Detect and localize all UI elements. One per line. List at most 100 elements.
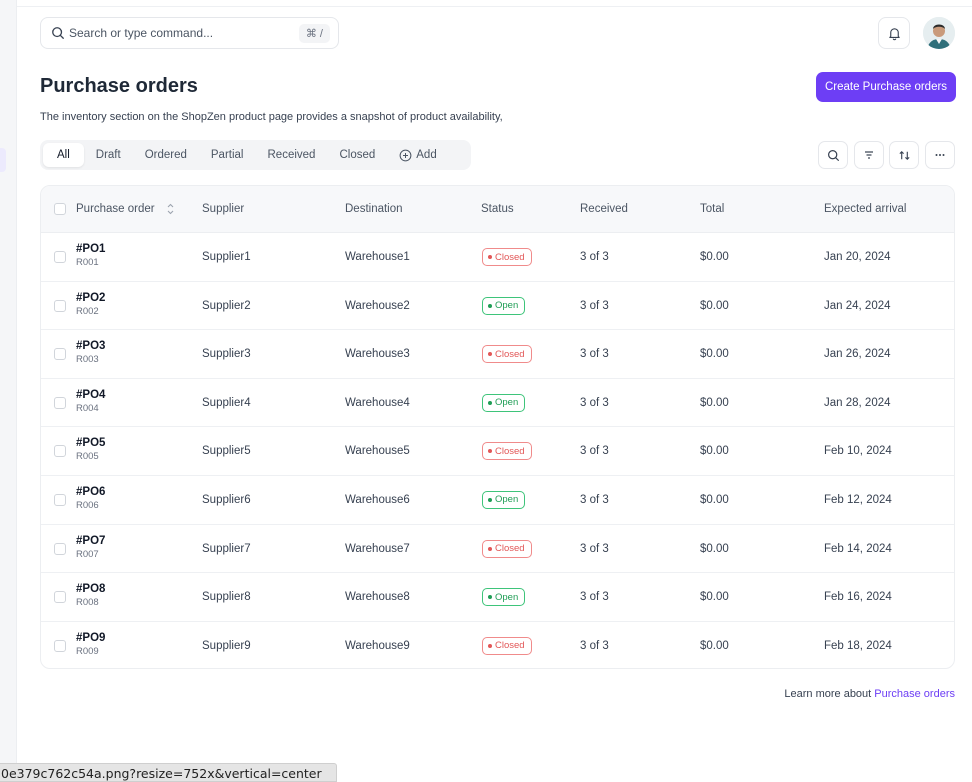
status-dot xyxy=(488,643,492,648)
total-cell: $0.00 xyxy=(700,591,729,604)
supplier-cell: Supplier5 xyxy=(202,445,251,458)
po-number[interactable]: #PO4 xyxy=(76,389,105,401)
row-checkbox[interactable] xyxy=(54,591,66,604)
status-badge: Closed xyxy=(482,636,532,655)
status-label: Open xyxy=(495,494,519,506)
po-number[interactable]: #PO9 xyxy=(76,632,105,644)
table-header: Purchase order Supplier Destination Stat… xyxy=(41,186,954,233)
notifications-button[interactable] xyxy=(878,17,910,49)
status-badge: Closed xyxy=(482,539,532,558)
supplier-cell: Supplier1 xyxy=(202,251,251,263)
table-row[interactable]: #PO3 R003 Supplier3 Warehouse3 Closed 3 of 3 $… xyxy=(41,330,954,379)
tab-draft[interactable]: Draft xyxy=(84,143,133,167)
command-search[interactable]: Search or type command... ⌘ / xyxy=(40,17,339,49)
po-number[interactable]: #PO2 xyxy=(76,292,105,304)
row-checkbox[interactable] xyxy=(54,493,66,506)
sort-button[interactable] xyxy=(889,141,919,169)
po-reference: R008 xyxy=(76,597,99,609)
tab-add-label: Add xyxy=(416,149,437,161)
search-input[interactable]: Search or type command... xyxy=(69,26,299,40)
status-badge: Closed xyxy=(482,248,532,266)
table-row[interactable]: #PO8 R008 Supplier8 Warehouse8 Open 3 of 3 $0.… xyxy=(41,573,954,622)
create-purchase-order-button[interactable]: Create Purchase orders xyxy=(816,72,956,102)
table-row[interactable]: #PO1 R001 Supplier1 Warehouse1 Closed 3 of 3 $… xyxy=(41,233,954,282)
table-row[interactable]: #PO5 R005 Supplier5 Warehouse5 Closed 3 of 3 $… xyxy=(41,427,954,476)
select-all-checkbox[interactable] xyxy=(54,203,66,215)
received-cell: 3 of 3 xyxy=(580,493,609,506)
supplier-cell: Supplier3 xyxy=(202,348,251,361)
row-checkbox[interactable] xyxy=(54,396,66,409)
total-cell: $0.00 xyxy=(700,542,729,555)
po-cell: #PO9 R009 xyxy=(76,632,105,657)
table-row[interactable]: #PO2 R002 Supplier2 Warehouse2 Open 3 of 3 $0.… xyxy=(41,282,954,331)
status-tabs: All Draft Ordered Partial Received Close… xyxy=(40,140,471,170)
column-received[interactable]: Received xyxy=(580,203,628,215)
row-checkbox[interactable] xyxy=(54,299,66,312)
tab-partial[interactable]: Partial xyxy=(199,143,256,167)
status-badge: Open xyxy=(482,393,526,412)
tab-add[interactable]: Add xyxy=(387,143,448,167)
tab-all[interactable]: All xyxy=(43,143,84,167)
tab-received[interactable]: Received xyxy=(256,143,328,167)
column-status[interactable]: Status xyxy=(481,203,514,215)
status-label: Closed xyxy=(495,251,525,263)
row-checkbox[interactable] xyxy=(54,348,66,361)
po-number[interactable]: #PO7 xyxy=(76,535,105,547)
tab-ordered[interactable]: Ordered xyxy=(133,143,199,167)
column-destination[interactable]: Destination xyxy=(345,203,403,215)
table-search-button[interactable] xyxy=(818,141,848,169)
row-checkbox[interactable] xyxy=(54,639,66,652)
po-cell: #PO3 R003 xyxy=(76,340,105,365)
status-badge: Open xyxy=(482,588,526,607)
supplier-cell: Supplier9 xyxy=(202,639,251,652)
status-label: Open xyxy=(495,300,519,312)
destination-cell: Warehouse4 xyxy=(345,396,410,409)
total-cell: $0.00 xyxy=(700,396,729,409)
table-row[interactable]: #PO6 R006 Supplier6 Warehouse6 Open 3 of 3 $0.… xyxy=(41,476,954,525)
total-cell: $0.00 xyxy=(700,639,729,652)
po-number[interactable]: #PO1 xyxy=(76,243,105,255)
po-number[interactable]: #PO8 xyxy=(76,583,105,595)
po-number[interactable]: #PO5 xyxy=(76,437,105,449)
row-checkbox[interactable] xyxy=(54,445,66,458)
po-cell: #PO1 R001 xyxy=(76,243,105,268)
expected-arrival-cell: Feb 14, 2024 xyxy=(824,542,892,555)
column-expected-arrival[interactable]: Expected arrival xyxy=(824,203,906,215)
column-supplier[interactable]: Supplier xyxy=(202,203,244,215)
po-number[interactable]: #PO3 xyxy=(76,340,105,352)
row-checkbox[interactable] xyxy=(54,542,66,555)
row-checkbox[interactable] xyxy=(54,251,66,263)
status-dot xyxy=(488,400,492,405)
more-options-button[interactable] xyxy=(925,141,955,169)
avatar-image xyxy=(923,17,955,49)
left-sidebar-rail xyxy=(0,0,17,782)
destination-cell: Warehouse8 xyxy=(345,591,410,604)
sort-chevrons-icon[interactable] xyxy=(166,202,175,216)
table-row[interactable]: #PO4 R004 Supplier4 Warehouse4 Open 3 of 3 $0.… xyxy=(41,379,954,428)
filter-button[interactable] xyxy=(854,141,884,169)
expected-arrival-cell: Jan 20, 2024 xyxy=(824,251,891,263)
page-title: Purchase orders xyxy=(40,75,198,97)
sort-icon xyxy=(898,150,910,160)
status-label: Closed xyxy=(495,445,525,457)
received-cell: 3 of 3 xyxy=(580,299,609,312)
po-number[interactable]: #PO6 xyxy=(76,486,105,498)
received-cell: 3 of 3 xyxy=(580,348,609,361)
status-badge: Open xyxy=(482,490,526,509)
po-cell: #PO6 R006 xyxy=(76,486,105,511)
learn-more-link[interactable]: Purchase orders xyxy=(874,688,955,700)
footer-help: Learn more about Purchase orders xyxy=(784,688,955,700)
supplier-cell: Supplier6 xyxy=(202,493,251,506)
po-reference: R004 xyxy=(76,402,99,414)
tab-closed[interactable]: Closed xyxy=(327,143,387,167)
table-row[interactable]: #PO9 R009 Supplier9 Warehouse9 Closed 3 of 3 $… xyxy=(41,622,954,668)
column-purchase-order[interactable]: Purchase order xyxy=(76,203,155,215)
table-row[interactable]: #PO7 R007 Supplier7 Warehouse7 Closed 3 of 3 $… xyxy=(41,525,954,574)
expected-arrival-cell: Feb 16, 2024 xyxy=(824,591,892,604)
po-reference: R003 xyxy=(76,354,99,366)
page-description: The inventory section on the ShopZen pro… xyxy=(40,111,503,123)
user-avatar[interactable] xyxy=(923,17,955,49)
status-label: Open xyxy=(495,397,519,409)
column-total[interactable]: Total xyxy=(700,203,724,215)
expected-arrival-cell: Feb 10, 2024 xyxy=(824,445,892,458)
